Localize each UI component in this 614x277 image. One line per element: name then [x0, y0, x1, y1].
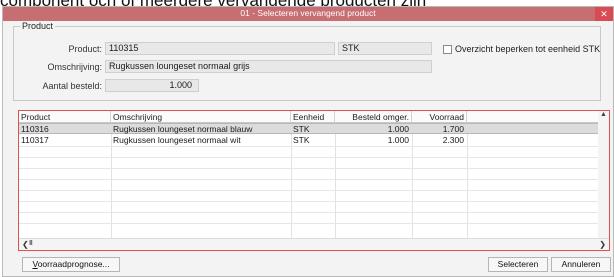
cell-ordered: 1.000 [387, 124, 409, 134]
scroll-right-icon[interactable]: ❯ [599, 240, 606, 249]
grid-row-divider [19, 212, 599, 213]
grid-row-divider [19, 223, 599, 224]
replacement-products-grid[interactable]: Product Omschrijving Eenheid Besteld omg… [18, 110, 610, 251]
close-icon[interactable]: ✕ [595, 7, 613, 21]
product-label: Product: [68, 44, 102, 54]
description-label: Omschrijving: [47, 62, 102, 72]
product-group-label: Product [20, 21, 56, 31]
cell-unit: STK [293, 135, 310, 145]
ordered-quantity-label: Aantal besteld: [42, 81, 102, 91]
ordered-quantity-field: 1.000 [105, 79, 199, 92]
unit-field: STK [338, 42, 432, 55]
horizontal-scrollbar[interactable]: ❮ III ❯ [19, 238, 609, 250]
column-header-description[interactable]: Omschrijving [111, 111, 291, 123]
cell-description: Rugkussen loungeset normaal blauw [113, 124, 253, 134]
scroll-thumb[interactable]: III [29, 240, 33, 247]
description-field: Rugkussen loungeset normaal grijs [105, 60, 432, 73]
cell-product: 110317 [21, 135, 49, 145]
cell-stock: 1.700 [442, 124, 464, 134]
scroll-left-icon[interactable]: ❮ [22, 240, 29, 249]
product-field: 110315 [105, 42, 335, 55]
vertical-scrollbar[interactable]: ▲ [598, 111, 609, 240]
cell-unit: STK [293, 124, 310, 134]
grid-row-divider [19, 190, 599, 191]
title-bar: 01 - Selecteren vervangend product ✕ [3, 7, 613, 21]
filter-unit-label: Overzicht beperken tot eenheid STK [455, 44, 601, 54]
checkbox-box[interactable] [443, 44, 452, 54]
grid-row-divider [19, 157, 599, 158]
grid-row-divider [19, 201, 599, 202]
column-header-product[interactable]: Product [19, 111, 111, 123]
window-title: 01 - Selecteren vervangend product [240, 8, 376, 18]
column-header-stock[interactable]: Voorraad [412, 111, 467, 123]
scroll-up-icon[interactable]: ▲ [600, 111, 607, 118]
table-row[interactable]: 110317 Rugkussen loungeset normaal wit S… [19, 135, 599, 146]
column-header-unit[interactable]: Eenheid [291, 111, 335, 123]
grid-row-divider [19, 146, 599, 147]
select-button[interactable]: Selecteren [488, 257, 548, 272]
column-header-ordered[interactable]: Besteld omger. [335, 111, 412, 123]
cancel-button[interactable]: Annuleren [551, 257, 611, 272]
grid-row-divider [19, 179, 599, 180]
cell-ordered: 1.000 [387, 135, 409, 145]
grid-row-divider [19, 168, 599, 169]
cell-product: 110316 [21, 124, 49, 134]
cell-description: Rugkussen loungeset normaal wit [113, 135, 241, 145]
stock-forecast-button[interactable]: Voorraadprognose... [22, 257, 120, 272]
forecast-label: oorraadprognose... [37, 259, 110, 269]
filter-unit-checkbox[interactable]: Overzicht beperken tot eenheid STK [443, 44, 600, 54]
cell-stock: 2.300 [442, 135, 464, 145]
table-row[interactable]: 110316 Rugkussen loungeset normaal blauw… [19, 123, 599, 134]
grid-header: Product Omschrijving Eenheid Besteld omg… [19, 111, 609, 123]
